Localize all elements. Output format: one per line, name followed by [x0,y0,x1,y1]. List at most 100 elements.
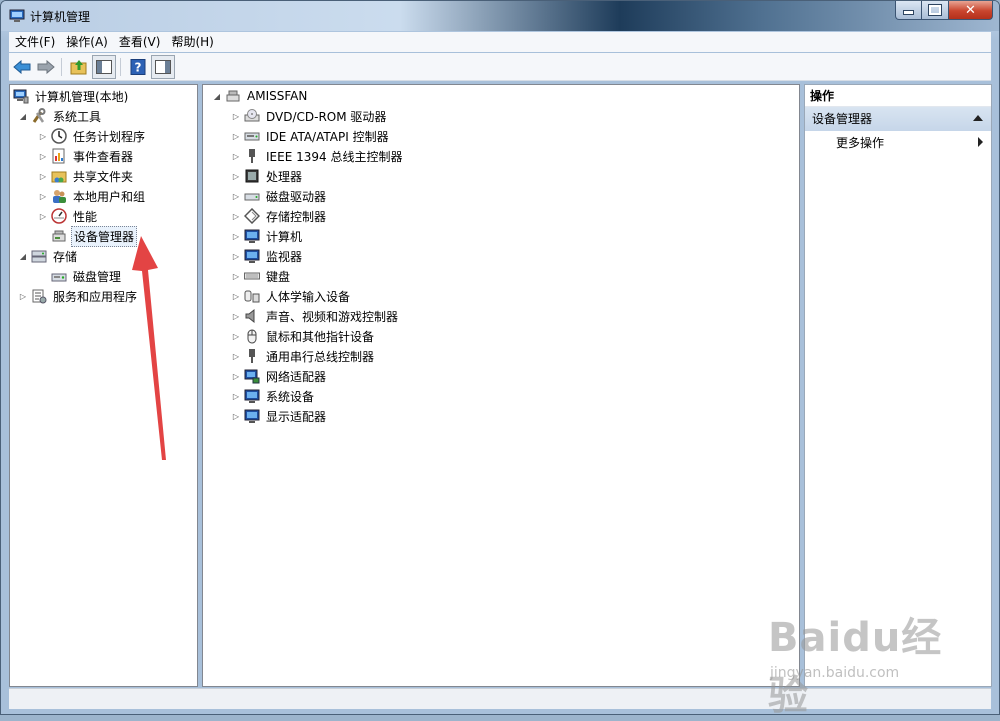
show-hide-tree-button[interactable] [92,54,116,79]
expand-icon[interactable]: ▷ [230,250,242,262]
submenu-arrow-icon[interactable] [978,137,983,147]
device-category-hid[interactable]: ▷ 人体学输入设备 [230,287,352,305]
device-category-usb[interactable]: ▷ 通用串行总线控制器 [230,347,376,365]
expand-icon[interactable]: ▷ [230,290,242,302]
expand-icon[interactable]: ▷ [230,350,242,362]
title-bar[interactable]: 计算机管理 ✕ [1,1,999,31]
device-category-sound[interactable]: ▷ 声音、视频和游戏控制器 [230,307,400,325]
toolbar: ? [9,53,991,81]
tree-label: 存储 [53,249,78,264]
tree-node-event-viewer[interactable]: ▷ 事件查看器 [37,147,135,165]
device-category-storage-controllers[interactable]: ▷ 存储控制器 [230,207,328,225]
collapse-icon[interactable]: ◢ [17,250,29,262]
expand-icon[interactable]: ▷ [230,110,242,122]
device-category-label: IEEE 1394 总线主控制器 [266,149,403,164]
expand-icon[interactable]: ▷ [37,170,49,182]
tree-label: 服务和应用程序 [53,289,138,304]
menu-help[interactable]: 帮助(H) [165,33,218,51]
help-button[interactable]: ? [127,56,149,78]
expand-icon[interactable]: ▷ [37,190,49,202]
tree-label: 事件查看器 [73,149,134,164]
collapse-icon[interactable]: ◢ [17,110,29,122]
expand-icon[interactable]: ▷ [37,150,49,162]
device-root-node[interactable]: ◢ AMISSFAN [211,87,309,105]
tree-node-task-scheduler[interactable]: ▷ 任务计划程序 [37,127,147,145]
collapse-icon[interactable]: ◢ [211,90,223,102]
device-category-label: 系统设备 [266,389,315,404]
expand-icon[interactable]: ▷ [230,390,242,402]
device-category-dvd[interactable]: ▷ DVD/CD-ROM 驱动器 [230,107,388,125]
minimize-button[interactable] [895,1,922,20]
more-actions-link[interactable]: 更多操作 [836,134,884,151]
expand-icon[interactable]: ▷ [37,130,49,142]
device-category-processor[interactable]: ▷ 处理器 [230,167,304,185]
network-adapter-icon [244,368,260,384]
tree-node-root[interactable]: 计算机管理(本地) [13,87,130,105]
tree-node-services-apps[interactable]: ▷ 服务和应用程序 [17,287,139,305]
device-category-system[interactable]: ▷ 系统设备 [230,387,316,405]
up-button[interactable] [68,56,90,78]
usb-plug-icon [244,348,260,364]
actions-group-device-manager[interactable]: 设备管理器 [805,107,991,131]
actions-group-label: 设备管理器 [812,112,873,126]
menu-action[interactable]: 操作(A) [60,33,113,51]
expand-icon[interactable]: ▷ [230,190,242,202]
device-category-ide[interactable]: ▷ IDE ATA/ATAPI 控制器 [230,127,391,145]
forward-icon [37,59,55,74]
tree-node-local-users[interactable]: ▷ 本地用户和组 [37,187,147,205]
actions-pane: 操作 设备管理器 更多操作 [804,84,992,687]
hid-icon [244,288,260,304]
expand-icon[interactable]: ▷ [230,230,242,242]
device-category-label: IDE ATA/ATAPI 控制器 [266,129,389,144]
expand-icon[interactable]: ▷ [230,410,242,422]
expand-icon[interactable]: ▷ [230,270,242,282]
device-tree-pane[interactable]: ◢ AMISSFAN ▷ DVD/CD-ROM 驱动器 ▷ IDE ATA/AT… [202,84,800,687]
expand-icon[interactable]: ▷ [230,210,242,222]
show-hide-action-pane-button[interactable] [151,54,175,79]
menu-view[interactable]: 查看(V) [113,33,166,51]
expand-icon[interactable]: ▷ [230,130,242,142]
device-category-label: DVD/CD-ROM 驱动器 [266,109,387,124]
svg-text:?: ? [135,60,142,74]
device-category-monitors[interactable]: ▷ 监视器 [230,247,304,265]
device-category-display[interactable]: ▷ 显示适配器 [230,407,328,425]
maximize-icon [928,4,942,16]
watermark-url: jingyan.baidu.com [770,665,900,681]
expand-icon[interactable]: ▷ [17,290,29,302]
tree-node-storage[interactable]: ◢ 存储 [17,247,79,265]
tree-node-device-manager[interactable]: 设备管理器 [51,225,138,247]
expand-icon[interactable]: ▷ [37,210,49,222]
expand-icon[interactable]: ▷ [230,170,242,182]
menu-bar: 文件(F) 操作(A) 查看(V) 帮助(H) [9,32,991,52]
device-root-label: AMISSFAN [247,89,308,103]
close-button[interactable]: ✕ [949,1,993,20]
tree-node-disk-management[interactable]: 磁盘管理 [51,267,123,285]
tree-node-system-tools[interactable]: ◢ 系统工具 [17,107,103,125]
storage-icon [31,248,47,264]
device-category-network[interactable]: ▷ 网络适配器 [230,367,328,385]
device-category-mice[interactable]: ▷ 鼠标和其他指针设备 [230,327,376,345]
tree-node-performance[interactable]: ▷ 性能 [37,207,99,225]
device-category-ieee1394[interactable]: ▷ IEEE 1394 总线主控制器 [230,147,404,165]
console-tree-pane[interactable]: 计算机管理(本地) ◢ 系统工具 ▷ 任务计划程序 ▷ 事件查看器 ▷ 共享文件… [9,84,198,687]
device-category-disk-drives[interactable]: ▷ 磁盘驱动器 [230,187,328,205]
expand-icon[interactable]: ▷ [230,330,242,342]
monitor-icon [244,248,260,264]
device-category-label: 鼠标和其他指针设备 [266,329,375,344]
device-category-label: 监视器 [266,249,303,264]
collapse-up-icon[interactable] [973,115,983,121]
back-button[interactable] [11,56,33,78]
forward-button[interactable] [35,56,57,78]
expand-icon[interactable]: ▷ [230,370,242,382]
back-icon [13,59,31,74]
watermark-logo: Baidu经验 [768,615,943,719]
baidu-watermark: Baidu经验 jingyan.baidu.com [768,605,968,719]
computer-icon [225,88,241,104]
device-category-computer[interactable]: ▷ 计算机 [230,227,304,245]
device-category-keyboards[interactable]: ▷ 键盘 [230,267,292,285]
menu-file[interactable]: 文件(F) [9,33,60,51]
expand-icon[interactable]: ▷ [230,150,242,162]
expand-icon[interactable]: ▷ [230,310,242,322]
tree-node-shared-folders[interactable]: ▷ 共享文件夹 [37,167,135,185]
maximize-button[interactable] [922,1,949,20]
